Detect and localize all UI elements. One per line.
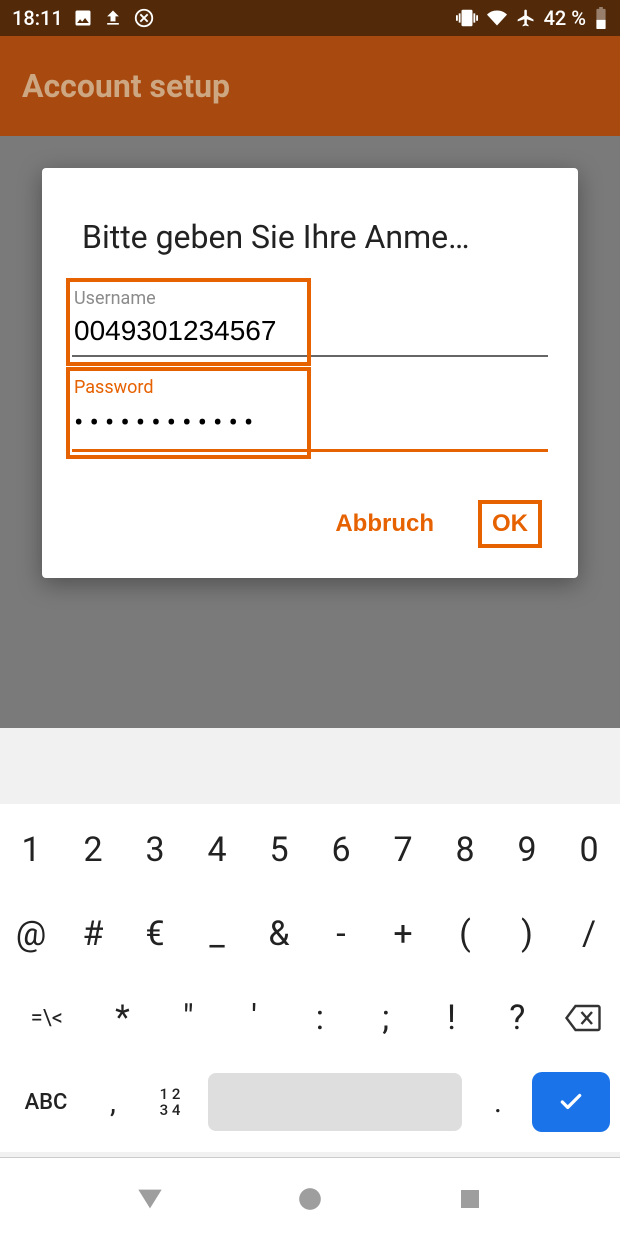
keyboard-row-1: 1 2 3 4 5 6 7 8 9 0 (0, 808, 620, 892)
key-bang[interactable]: ! (419, 976, 485, 1060)
username-field-wrap: Username (72, 286, 548, 357)
key-enter[interactable] (532, 1072, 610, 1132)
dialog-actions: Abbruch OK (72, 470, 548, 558)
key-symbols-switch[interactable]: =\< (4, 976, 90, 1060)
key-amp[interactable]: & (248, 892, 310, 976)
key-plus[interactable]: + (372, 892, 434, 976)
image-icon (73, 8, 93, 28)
key-7[interactable]: 7 (372, 808, 434, 892)
close-circle-icon (133, 7, 155, 29)
upload-icon (103, 8, 123, 28)
backspace-key[interactable] (550, 976, 616, 1060)
key-euro[interactable]: € (124, 892, 186, 976)
key-period[interactable]: . (470, 1060, 526, 1144)
nav-home-button[interactable] (290, 1179, 330, 1219)
key-at[interactable]: @ (0, 892, 62, 976)
airplane-icon (516, 8, 536, 28)
keyboard-row-4: ABC , 1 2 3 4 . (0, 1060, 620, 1144)
key-squote[interactable]: ' (221, 976, 287, 1060)
login-dialog: Bitte geben Sie Ihre Anme… Username Pass… (42, 168, 578, 578)
username-label: Username (72, 286, 548, 311)
password-label: Password (72, 375, 548, 400)
keyboard-row-2: @ # € _ & - + ( ) / (0, 892, 620, 976)
key-abc-switch[interactable]: ABC (6, 1060, 86, 1144)
password-field-wrap: Password •••••••••••• (72, 375, 548, 452)
key-colon[interactable]: : (287, 976, 353, 1060)
key-slash[interactable]: / (558, 892, 620, 976)
key-lparen[interactable]: ( (434, 892, 496, 976)
key-dash[interactable]: - (310, 892, 372, 976)
username-input[interactable] (72, 311, 548, 357)
status-right: 42 % (456, 6, 608, 30)
battery-percent: 42 % (544, 6, 586, 30)
key-3[interactable]: 3 (124, 808, 186, 892)
key-comma[interactable]: , (88, 1060, 138, 1144)
key-rparen[interactable]: ) (496, 892, 558, 976)
key-8[interactable]: 8 (434, 808, 496, 892)
ok-button[interactable]: OK (478, 500, 542, 548)
key-0[interactable]: 0 (558, 808, 620, 892)
key-4[interactable]: 4 (186, 808, 248, 892)
key-dquote[interactable]: " (155, 976, 221, 1060)
nav-recent-button[interactable] (450, 1179, 490, 1219)
key-space[interactable] (208, 1073, 462, 1131)
app-bar: Account setup (0, 36, 620, 136)
key-5[interactable]: 5 (248, 808, 310, 892)
system-nav-bar (0, 1158, 620, 1240)
nav-back-button[interactable] (130, 1179, 170, 1219)
dialog-title: Bitte geben Sie Ihre Anme… (72, 208, 548, 286)
key-question[interactable]: ? (484, 976, 550, 1060)
cancel-button[interactable]: Abbruch (331, 504, 438, 544)
battery-icon (594, 7, 608, 29)
key-1[interactable]: 1 (0, 808, 62, 892)
status-bar: 18:11 42 % (0, 0, 620, 36)
key-9[interactable]: 9 (496, 808, 558, 892)
status-left: 18:11 (12, 6, 155, 30)
status-time: 18:11 (12, 6, 63, 30)
key-2[interactable]: 2 (62, 808, 124, 892)
key-underscore[interactable]: _ (186, 892, 248, 976)
key-star[interactable]: * (90, 976, 156, 1060)
vibrate-icon (456, 7, 478, 29)
wifi-icon (486, 8, 508, 28)
keyboard-suggestion-bar (0, 728, 620, 804)
keyboard-row-3: =\< * " ' : ; ! ? (0, 976, 620, 1060)
password-input[interactable]: •••••••••••• (72, 400, 548, 452)
key-hash[interactable]: # (62, 892, 124, 976)
page-title: Account setup (22, 67, 230, 105)
key-numeric-switch[interactable]: 1 2 3 4 (140, 1060, 200, 1144)
soft-keyboard: 1 2 3 4 5 6 7 8 9 0 @ # € _ & - + ( ) / … (0, 728, 620, 1158)
key-semicolon[interactable]: ; (353, 976, 419, 1060)
key-6[interactable]: 6 (310, 808, 372, 892)
